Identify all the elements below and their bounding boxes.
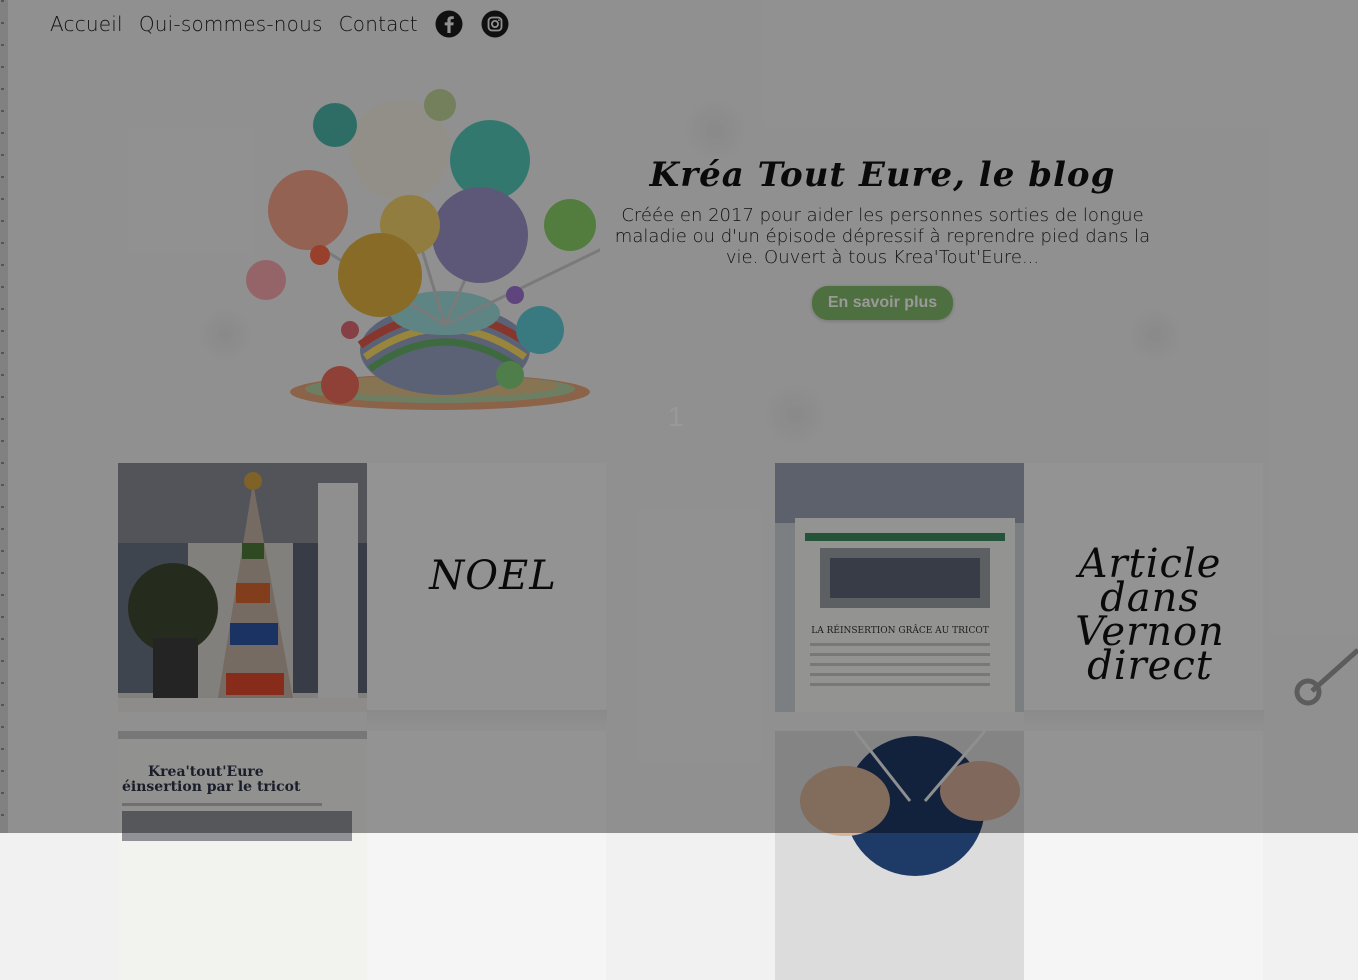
article-thumbnail[interactable]	[118, 463, 367, 712]
thumb-headline-1: Krea'tout'Eure	[148, 764, 264, 780]
hero-description: Créée en 2017 pour aider les personnes s…	[614, 205, 1151, 268]
hero-text-block: Kréa Tout Eure, le blog Créée en 2017 po…	[610, 155, 1155, 320]
thumb-headline-2: éinsertion par le tricot	[122, 779, 301, 795]
gutter-ticks	[1, 0, 4, 833]
nav-qui-sommes-nous[interactable]: Qui-sommes-nous	[139, 12, 323, 36]
left-scroll-gutter	[0, 0, 8, 833]
nav-contact[interactable]: Contact	[339, 12, 418, 36]
slide-number: 1	[668, 401, 684, 432]
scissors-decoration	[1294, 648, 1358, 706]
nav-accueil[interactable]: Accueil	[50, 12, 123, 36]
en-savoir-plus-button[interactable]: En savoir plus	[811, 286, 954, 320]
thumb-headline: LA RÉINSERTION GRÂCE AU TRICOT	[811, 624, 988, 636]
yarn-balls-illustration	[246, 89, 600, 410]
article-thumbnail[interactable]: LA RÉINSERTION GRÂCE AU TRICOT	[775, 463, 1024, 712]
facebook-icon[interactable]	[434, 9, 464, 39]
article-card[interactable]	[775, 731, 1263, 980]
top-navigation: Accueil Qui-sommes-nous Contact	[50, 5, 510, 43]
article-card[interactable]: Krea'tout'Eure éinsertion par le tricot	[118, 731, 606, 980]
instagram-icon[interactable]	[480, 9, 510, 39]
article-title[interactable]: Article dans Vernon direct	[1030, 544, 1270, 686]
card-shadow	[1024, 710, 1264, 730]
hero-slider: Kréa Tout Eure, le blog Créée en 2017 po…	[120, 55, 1260, 455]
hero-title: Kréa Tout Eure, le blog	[649, 155, 1116, 195]
slider-dot[interactable]	[760, 380, 830, 450]
article-card[interactable]: NOEL	[118, 463, 608, 730]
article-thumbnail[interactable]: Krea'tout'Eure éinsertion par le tricot	[118, 731, 367, 980]
article-card[interactable]: LA RÉINSERTION GRÂCE AU TRICOT Article d…	[775, 463, 1264, 730]
article-title[interactable]: NOEL	[378, 556, 608, 596]
article-thumbnail[interactable]	[775, 731, 1024, 980]
card-shadow	[367, 710, 607, 730]
